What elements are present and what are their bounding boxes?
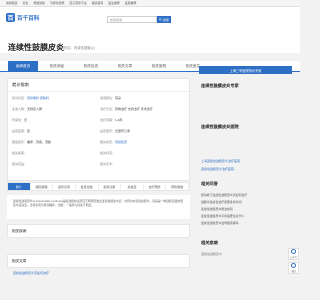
overview-card: 就诊指南 就诊科室：耳鼻喉科 皮肤科 多发人群：无特定人群 传染性：无 是否医保…	[7, 78, 190, 181]
overview-heading: 就诊指南	[8, 79, 189, 92]
sidebar-hospital-link[interactable]: 连续性鼓膜皮炎治疗医院	[201, 167, 234, 171]
info-row: 发病部位：耳朵	[100, 96, 122, 100]
main-column: 就诊指南 就诊科室：耳鼻喉科 皮肤科 多发人群：无特定人群 传染性：无 是否医保…	[7, 78, 190, 275]
back-icon	[291, 263, 296, 269]
expert-consult-button[interactable]: 上海三甲医院特约专家	[199, 66, 292, 74]
tab-hospitals[interactable]: 相关医院	[144, 61, 174, 72]
overview-grid: 就诊科室：耳鼻喉科 皮肤科 多发人群：无特定人群 传染性：无 是否医保：否 典型…	[8, 92, 189, 170]
topnav-link[interactable]: 疾病百科	[92, 1, 104, 5]
section-nav-item[interactable]: 治疗预防	[144, 183, 167, 190]
section-nav-item[interactable]: 病因病理	[31, 183, 54, 190]
info-row: 典型症状：瘙痒、耳痛、流脓	[12, 140, 52, 144]
info-row: 传染性：无	[12, 118, 28, 122]
info-row: 相关科室：	[100, 151, 116, 155]
title-bar: 连续性鼓膜皮炎 (别名：肉芽性鼓膜炎)	[0, 28, 300, 53]
float-back-button[interactable]: 返回	[288, 262, 299, 274]
info-row: 是否医保：否	[12, 129, 31, 133]
tab-checks[interactable]: 相关检查	[76, 61, 106, 72]
top-nav: 健康频道 养生 母婴健康 可视化智能 孩子营养不良 疾病百科 医生推荐 医院推荐	[0, 0, 300, 7]
topnav-link[interactable]: 医生推荐	[108, 1, 120, 5]
info-row: 相关检查：耳镜检查	[100, 140, 128, 144]
wechat-icon	[291, 249, 296, 255]
logo-mark: 百	[6, 13, 15, 22]
topnav-link[interactable]: 可视化智能	[50, 1, 64, 5]
search-input[interactable]: 搜索疾病	[107, 16, 157, 23]
site-logo[interactable]: 百 百千百科	[6, 13, 39, 22]
logo-text: 百千百科	[17, 15, 40, 22]
search-icon	[159, 18, 162, 21]
qa-item[interactable]: 连续性鼓膜皮炎能治愈吗	[201, 207, 233, 211]
sidebar-related-text: 连续性鼓膜皮炎	[201, 252, 223, 256]
sidebar-related-title: 相关疾病	[201, 240, 218, 245]
sidebar-hospital-title: 连续性鼓膜皮炎医院	[201, 124, 239, 129]
info-row: 是否遗传：无遗传几率	[100, 129, 131, 133]
section-nav-item[interactable]: 鉴别诊断	[99, 183, 122, 190]
section-nav-item[interactable]: 并发症	[121, 183, 144, 190]
topnav-link[interactable]: 孩子营养不良	[69, 1, 86, 5]
topnav-link[interactable]: 医院推荐	[125, 1, 137, 5]
section-nav-item[interactable]: 检查化验	[76, 183, 99, 190]
qa-item[interactable]: 鼓膜炎连续性治疗需要多长时间	[201, 200, 241, 204]
info-row: 多发人群：无特定人群	[12, 107, 43, 111]
topnav-link[interactable]: 母婴健康	[33, 1, 45, 5]
sidebar-qa-title: 相关问答	[201, 181, 218, 186]
search-button-label: 搜索	[162, 17, 169, 22]
info-row: 相关药品：	[12, 162, 28, 166]
intro-paragraph: 连续性鼓膜皮炎(constelmatitis continua)是指鼓膜的表皮层…	[7, 195, 190, 219]
qa-item[interactable]: 连续性鼓膜皮炎平时需要注意什么	[201, 214, 244, 218]
section-nav: 简介 病因病理 症状表现 检查化验 鉴别诊断 并发症 治疗预防 预防保健	[7, 182, 190, 191]
info-row: 相关疾病：	[12, 151, 28, 155]
related-articles-card: 相关文章	[7, 254, 190, 268]
section-nav-item[interactable]: 症状表现	[53, 183, 76, 190]
float-wechat-button[interactable]: 公众号	[288, 248, 299, 260]
section-nav-item[interactable]: 简介	[8, 183, 31, 190]
tab-home[interactable]: 疾病首页	[8, 61, 38, 72]
info-row: 治疗周期：1-2周	[100, 118, 123, 122]
disease-alias: (别名：肉芽性鼓膜炎)	[63, 46, 95, 50]
sidebar-expert-title: 连续性鼓膜皮炎专家	[201, 83, 239, 88]
info-row: 治疗方法：药物治疗 支持治疗 手术治疗	[100, 107, 153, 111]
info-row: 相关手术：	[100, 162, 116, 166]
topnav-link[interactable]: 健康频道	[6, 1, 18, 5]
tab-symptoms[interactable]: 相关病症	[42, 61, 72, 72]
search-button[interactable]: 搜索	[157, 16, 171, 23]
tab-articles[interactable]: 相关文章	[110, 61, 140, 72]
section-nav-item[interactable]: 预防保健	[166, 183, 189, 190]
article-link[interactable]: 连续性鼓膜皮炎该如何治疗	[13, 271, 49, 275]
site-header: 百 百千百科 搜索疾病 搜索	[0, 7, 300, 28]
info-row: 就诊科室：耳鼻喉科 皮肤科	[12, 96, 49, 100]
qa-item[interactable]: 想请教下连续性鼓膜皮炎该如何治疗	[201, 193, 247, 197]
page-title: 连续性鼓膜皮炎	[8, 43, 64, 52]
qa-item[interactable]: 连续性鼓膜皮炎会导致耳聋吗	[201, 221, 239, 225]
related-diseases-card: 相关疾病	[7, 224, 190, 238]
sidebar-hospital-link[interactable]: 上海连续性鼓膜皮炎治疗医院	[201, 159, 240, 163]
topnav-link[interactable]: 养生	[23, 1, 29, 5]
